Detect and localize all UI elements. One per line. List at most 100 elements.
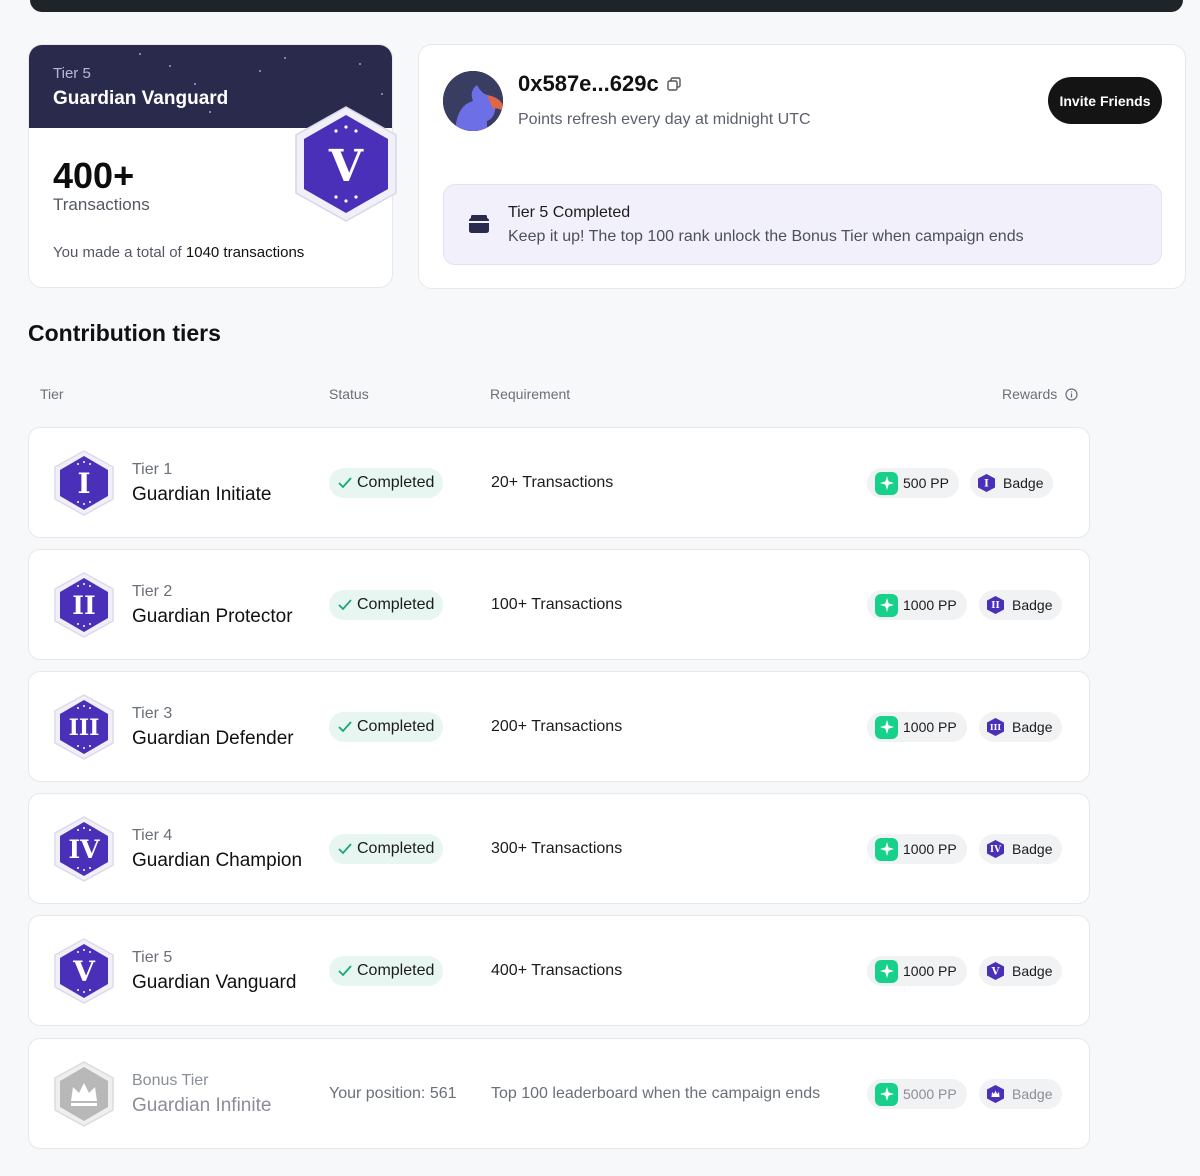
tier-row: IV Tier 4 Guardian Champion Completed 30… xyxy=(28,793,1090,904)
points-reward: 500 PP xyxy=(903,475,949,491)
copy-icon[interactable] xyxy=(667,77,681,91)
points-reward-pill: 5000 PP xyxy=(867,1079,967,1109)
badge-reward-pill: IV Badge xyxy=(979,834,1063,864)
small-badge-numeral: IV xyxy=(990,845,1002,855)
total-value: 1040 transactions xyxy=(185,244,305,261)
status-text: Completed xyxy=(357,474,435,491)
tier-badge-small-icon: V xyxy=(987,962,1004,980)
tier-badge-small-icon: IV xyxy=(987,840,1004,858)
tier-name: Guardian Initiate xyxy=(132,484,272,505)
points-reward: 1000 PP xyxy=(903,597,957,613)
status-badge: Completed xyxy=(329,590,444,620)
tier-label: Tier 3 xyxy=(132,705,173,722)
badge-reward: Badge xyxy=(1012,963,1053,979)
tier-row-bonus: Bonus Tier Guardian Infinite Your positi… xyxy=(28,1038,1090,1149)
badge-reward: Badge xyxy=(1012,841,1053,857)
badge-reward: Badge xyxy=(1003,475,1044,491)
status-text: Completed xyxy=(357,718,435,735)
tier-label: Tier 4 xyxy=(132,827,173,844)
badge-reward-pill: Badge xyxy=(979,1079,1063,1109)
status-badge: Completed xyxy=(329,468,444,498)
tier-row: V Tier 5 Guardian Vanguard Completed 400… xyxy=(28,915,1090,1026)
badge-reward: Badge xyxy=(1012,719,1053,735)
points-reward: 5000 PP xyxy=(903,1086,957,1102)
rewards-label: Rewards xyxy=(1002,386,1058,402)
transaction-count: 400+ xyxy=(53,155,135,196)
profile-card: 0x587e...629c Points refresh every day a… xyxy=(418,44,1186,289)
sparkle-icon xyxy=(875,959,898,983)
tier-completed-notice: Tier 5 Completed Keep it up! The top 100… xyxy=(443,184,1162,265)
status-badge: Completed xyxy=(329,834,444,864)
sparkle-icon xyxy=(875,471,898,495)
current-tier-label: Tier 5 xyxy=(53,65,91,82)
small-badge-numeral: I xyxy=(984,479,989,490)
notice-title: Tier 5 Completed xyxy=(508,204,631,221)
status-text: Completed xyxy=(357,840,435,857)
tier-numeral: II xyxy=(72,591,95,620)
small-badge-numeral: III xyxy=(990,722,1001,732)
tier-requirement: 300+ Transactions xyxy=(491,840,623,857)
status-badge: Completed xyxy=(329,712,444,742)
points-reward: 1000 PP xyxy=(903,719,957,735)
avatar[interactable] xyxy=(443,71,503,131)
badge-numeral: V xyxy=(328,141,364,192)
transaction-count-label: Transactions xyxy=(53,195,150,214)
sparkle-icon xyxy=(875,593,898,617)
tier-numeral: IV xyxy=(68,835,100,864)
small-badge-numeral: V xyxy=(991,967,1000,978)
points-reward-pill: 500 PP xyxy=(867,468,959,498)
points-reward: 1000 PP xyxy=(903,963,957,979)
badge-reward-pill: I Badge xyxy=(970,468,1054,498)
check-icon xyxy=(338,477,352,489)
tier-requirement: 200+ Transactions xyxy=(491,718,623,735)
info-icon[interactable] xyxy=(1065,388,1078,401)
avatar-icon xyxy=(443,71,503,131)
tier-requirement: 400+ Transactions xyxy=(491,962,623,979)
tier-requirement: Top 100 leaderboard when the campaign en… xyxy=(491,1085,821,1102)
tier-badge-icon: IV xyxy=(54,816,114,882)
badge-reward-pill: V Badge xyxy=(979,956,1063,986)
tier-row: I Tier 1 Guardian Initiate Completed 20+… xyxy=(28,427,1090,538)
wallet-address: 0x587e...629c xyxy=(518,71,659,96)
tier-requirement: 20+ Transactions xyxy=(491,474,614,491)
badge-reward: Badge xyxy=(1012,1086,1053,1102)
column-header-requirement: Requirement xyxy=(490,386,571,402)
tier-badge-small-icon: III xyxy=(987,718,1004,736)
points-reward: 1000 PP xyxy=(903,841,957,857)
tier-row: II Tier 2 Guardian Protector Completed 1… xyxy=(28,549,1090,660)
tier-badge-icon: V xyxy=(54,938,114,1004)
status-badge: Completed xyxy=(329,956,444,986)
sparkle-icon xyxy=(875,1082,898,1106)
column-header-tier: Tier xyxy=(40,386,64,402)
tier-name: Guardian Vanguard xyxy=(132,972,297,993)
badge-reward-pill: III Badge xyxy=(979,712,1063,742)
check-icon xyxy=(338,965,352,977)
tier-numeral: V xyxy=(72,955,96,988)
check-icon xyxy=(338,843,352,855)
status-text: Completed xyxy=(357,962,435,979)
points-reward-pill: 1000 PP xyxy=(867,712,967,742)
tier-name: Guardian Infinite xyxy=(132,1095,272,1116)
tier-numeral: III xyxy=(69,715,100,741)
points-reward-pill: 1000 PP xyxy=(867,834,967,864)
address-row: 0x587e...629c xyxy=(518,71,681,97)
sparkle-icon xyxy=(875,837,898,861)
tier-name: Guardian Defender xyxy=(132,728,294,749)
current-tier-name: Guardian Vanguard xyxy=(53,88,229,109)
tier-label: Tier 5 xyxy=(132,949,173,966)
invite-friends-button[interactable]: Invite Friends xyxy=(1048,77,1162,124)
status-text: Completed xyxy=(357,596,435,613)
small-badge-numeral: II xyxy=(991,601,999,611)
crown-badge-icon xyxy=(54,1061,114,1127)
tier-requirement: 100+ Transactions xyxy=(491,596,623,613)
tier-row: III Tier 3 Guardian Defender Completed 2… xyxy=(28,671,1090,782)
points-reward-pill: 1000 PP xyxy=(867,956,967,986)
notice-text: Keep it up! The top 100 rank unlock the … xyxy=(508,228,1024,245)
check-icon xyxy=(338,721,352,733)
leaderboard-position: Your position: 561 xyxy=(329,1085,457,1102)
tier-name: Guardian Protector xyxy=(132,606,293,627)
current-tier-card: Tier 5 Guardian Vanguard V 400+ Transact… xyxy=(28,44,397,288)
wallet-icon xyxy=(469,215,489,233)
badge-reward: Badge xyxy=(1012,597,1053,613)
tier-badge-icon: II xyxy=(54,572,114,638)
